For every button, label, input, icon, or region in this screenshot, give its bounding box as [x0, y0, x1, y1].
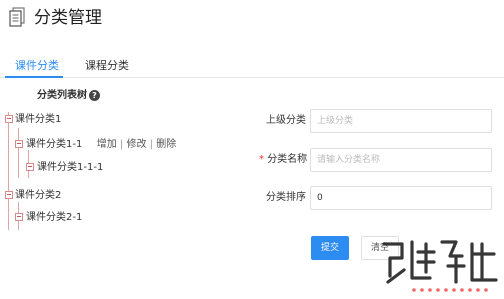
- tree-connector-line: [8, 112, 9, 230]
- tree-node: 课件分类1-1 增加 | 修改 | 删除: [26, 139, 176, 151]
- action-separator: |: [149, 139, 154, 150]
- category-name-label: * 分类名称: [259, 154, 307, 166]
- parent-category-label: 上级分类: [266, 115, 306, 126]
- edit-node-link[interactable]: 修改: [126, 139, 146, 150]
- category-name-label-text: 分类名称: [267, 154, 308, 165]
- delete-node-link[interactable]: 删除: [156, 139, 176, 150]
- parent-category-input: [310, 109, 492, 133]
- tree-node[interactable]: 课件分类1: [15, 114, 61, 126]
- help-icon[interactable]: ?: [89, 90, 100, 101]
- active-tab-indicator: [5, 76, 63, 78]
- collapse-toggle-icon[interactable]: [5, 115, 13, 123]
- required-mark: *: [259, 154, 264, 165]
- tree-node-label[interactable]: 课件分类1-1: [26, 139, 82, 150]
- collapse-toggle-icon[interactable]: [15, 213, 23, 221]
- tree-node[interactable]: 课件分类1-1-1: [37, 162, 103, 174]
- document-icon: [9, 7, 25, 27]
- submit-button[interactable]: 提交: [311, 236, 349, 260]
- collapse-toggle-icon[interactable]: [5, 191, 13, 199]
- watermark-logo: [382, 240, 498, 292]
- page-header: 分类管理: [0, 0, 504, 44]
- collapse-toggle-icon[interactable]: [26, 163, 34, 171]
- tree-connector-line: [18, 128, 19, 178]
- add-node-link[interactable]: 增加: [97, 139, 117, 150]
- action-separator: |: [119, 139, 124, 150]
- tab-bar: 课件分类 课程分类: [0, 54, 504, 78]
- tree-node[interactable]: 课件分类2-1: [26, 212, 82, 224]
- page-title: 分类管理: [34, 8, 102, 28]
- tab-course-category[interactable]: 课程分类: [85, 59, 129, 72]
- category-name-input[interactable]: [310, 148, 492, 172]
- category-order-label: 分类排序: [266, 192, 306, 203]
- tree-title: 分类列表树: [37, 90, 87, 101]
- collapse-toggle-icon[interactable]: [15, 140, 23, 148]
- tab-courseware-category[interactable]: 课件分类: [15, 59, 59, 72]
- category-order-input[interactable]: [310, 186, 492, 210]
- tree-node[interactable]: 课件分类2: [15, 190, 61, 202]
